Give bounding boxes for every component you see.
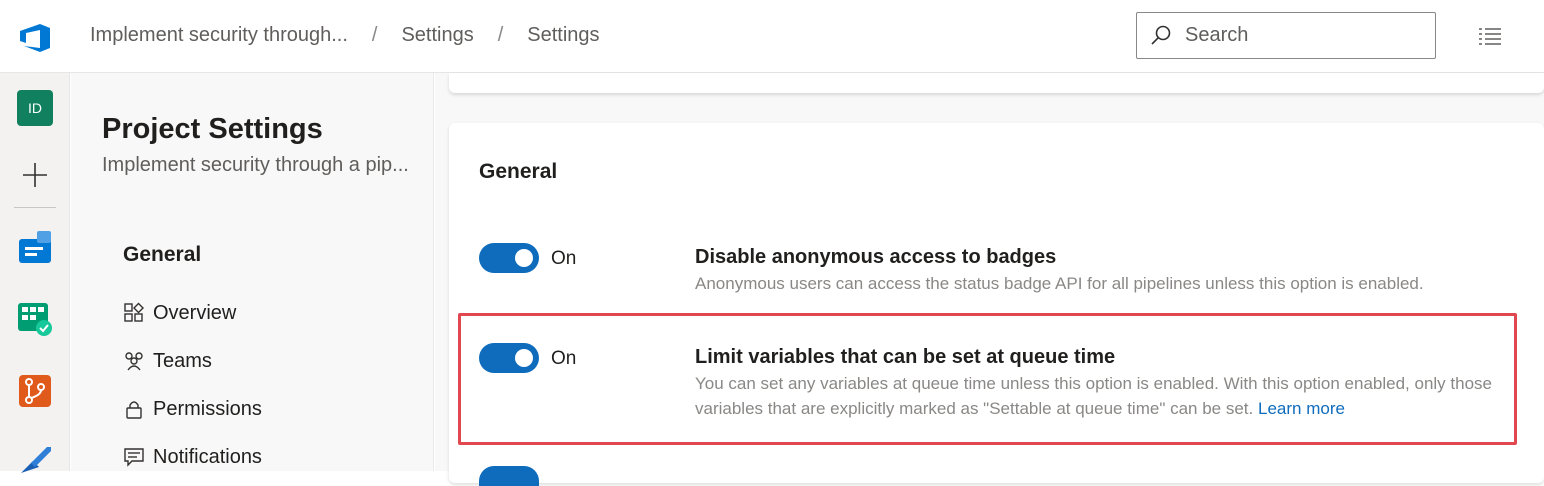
breadcrumb-project[interactable]: Implement security through...	[90, 24, 348, 47]
nav-item-label: Permissions	[153, 397, 262, 420]
search-input[interactable]	[1185, 24, 1425, 47]
settings-nav: Project Settings Implement security thro…	[71, 73, 434, 471]
nav-item-overview[interactable]: Overview	[123, 298, 236, 328]
option-description: You can set any variables at queue time …	[695, 374, 1492, 418]
notifications-icon	[124, 448, 144, 467]
breadcrumb-separator: /	[371, 24, 378, 46]
boards-hub-icon[interactable]	[17, 301, 53, 337]
search-icon	[1151, 25, 1171, 45]
top-bar: Implement security through... / Settings…	[0, 0, 1544, 73]
nav-item-label: Overview	[153, 301, 237, 324]
breadcrumb: Implement security through... / Settings…	[90, 24, 600, 47]
nav-group-general: General	[123, 243, 202, 266]
option-description-block: You can set any variables at queue time …	[695, 371, 1495, 421]
nav-item-label: Notifications	[153, 445, 262, 468]
toggle-knob	[515, 349, 533, 367]
general-settings-card: General On Disable anonymous access to b…	[449, 123, 1544, 486]
option-description: Anonymous users can access the status ba…	[695, 274, 1424, 293]
anonymous-badges-toggle[interactable]	[479, 243, 539, 273]
project-name: Implement security through a pip...	[102, 154, 409, 176]
next-option-toggle[interactable]	[479, 466, 539, 486]
rail-divider	[14, 207, 56, 208]
overview-icon	[124, 302, 144, 322]
repos-hub-icon[interactable]	[17, 373, 53, 409]
previous-card	[449, 73, 1544, 93]
nav-item-permissions[interactable]: Permissions	[123, 394, 262, 424]
section-title: General	[479, 160, 558, 183]
pipelines-hub-icon[interactable]	[17, 443, 53, 479]
option-title: Limit variables that can be set at queue…	[695, 346, 1116, 368]
nav-item-teams[interactable]: Teams	[123, 346, 212, 376]
search-box[interactable]	[1136, 12, 1436, 59]
list-icon[interactable]	[1476, 24, 1504, 48]
nav-item-label: Teams	[153, 349, 212, 372]
page-title: Project Settings	[102, 113, 323, 145]
azure-devops-logo-icon[interactable]	[18, 22, 54, 54]
nav-item-notifications[interactable]: Notifications	[123, 442, 262, 472]
main-content: General On Disable anonymous access to b…	[435, 73, 1544, 486]
project-avatar[interactable]: ID	[17, 90, 53, 126]
toggle-state-label: On	[551, 248, 577, 269]
plus-icon[interactable]	[22, 162, 48, 188]
option-title: Disable anonymous access to badges	[695, 246, 1057, 268]
toggle-knob	[515, 249, 533, 267]
teams-icon	[125, 352, 143, 371]
breadcrumb-settings[interactable]: Settings	[401, 24, 473, 47]
learn-more-link[interactable]: Learn more	[1258, 399, 1345, 418]
left-rail: ID	[0, 73, 70, 473]
lock-icon	[126, 401, 142, 419]
toggle-state-label: On	[551, 348, 577, 369]
overview-hub-icon[interactable]	[17, 229, 53, 265]
breadcrumb-settings-current[interactable]: Settings	[527, 24, 599, 47]
limit-queue-variables-toggle[interactable]	[479, 343, 539, 373]
breadcrumb-separator: /	[497, 24, 504, 46]
